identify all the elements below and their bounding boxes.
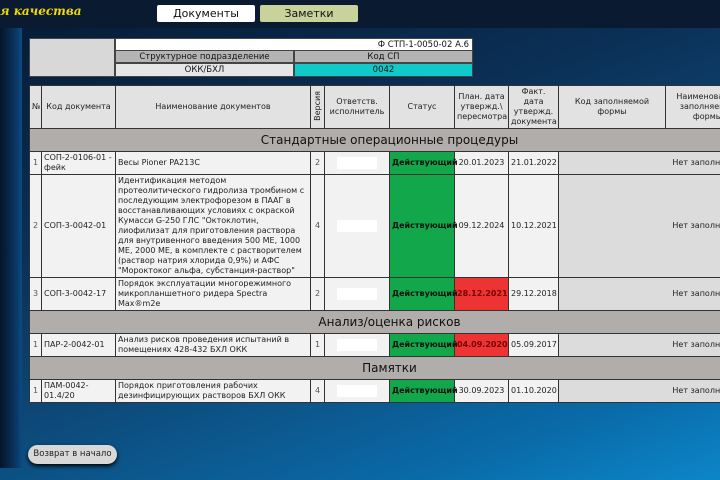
row-number: 1 [29,151,42,175]
document-code[interactable]: СОП-3-0042-01 [41,174,116,278]
section-title: Памятки [29,356,720,380]
left-decor [0,28,22,468]
section-title: Анализ/оценка рисков [29,310,720,334]
responsible [324,151,390,175]
form-info-cell: Нет заполняемых [558,277,720,311]
section-title: Стандартные операционные процедуры [29,128,720,152]
responsible [324,379,390,403]
unit-value: ОКК/БХЛ [115,63,294,77]
row-number: 1 [29,333,42,357]
plan-date: 20.01.2023 [454,151,509,175]
form-info-cell: Нет заполняемых [558,174,720,278]
app-title: я качества [0,4,82,18]
documents-table: № Код документа Наименование документов … [29,85,720,403]
tab-notes[interactable]: Заметки [260,5,358,22]
col-name: Наименование документов [115,85,311,129]
col-form-code: Код заполняемой формы [558,85,666,129]
status-badge: Действующий [389,277,458,311]
top-bar: я качества Документы Заметки [0,0,720,28]
section-row: Памятки [29,356,720,380]
fact-date: 10.12.2021 [508,174,559,278]
form-info-cell: Нет заполняемых [558,379,720,403]
version: 2 [310,151,325,175]
col-code: Код документа [41,85,116,129]
tab-documents[interactable]: Документы [157,5,255,22]
plan-date: 28.12.2021 [454,277,509,311]
status-badge: Действующий [389,379,458,403]
document-code[interactable]: ПАР-2-0042-01 [41,333,116,357]
col-form-name: Наименование заполняемой формы [665,85,720,129]
fact-date: 01.10.2020 [508,379,559,403]
responsible [324,277,390,311]
row-number: 1 [29,379,42,403]
section-row: Стандартные операционные процедуры [29,128,720,152]
status-badge: Действующий [389,333,458,357]
fact-date: 05.09.2017 [508,333,559,357]
document-name[interactable]: Весы Pioner PA213C [115,151,311,175]
col-responsible: Ответств. исполнитель [324,85,390,129]
form-info-blank [29,38,115,77]
table-row[interactable]: 1 СОП-2-0106-01 - фейк Весы Pioner PA213… [29,151,720,175]
sp-value: 0042 [294,63,473,77]
fact-date: 29.12.2018 [508,277,559,311]
version: 4 [310,379,325,403]
version: 4 [310,174,325,278]
row-number: 3 [29,277,42,311]
responsible-redacted [337,339,377,351]
version: 2 [310,277,325,311]
sp-label: Код СП [294,50,473,63]
col-fact-date: Факт. дата утвержд. документа [508,85,559,129]
responsible [324,174,390,278]
plan-date: 30.09.2023 [454,379,509,403]
responsible-redacted [337,288,377,300]
back-to-start-button[interactable]: Возврат в начало [28,445,117,464]
plan-date: 04.09.2020 [454,333,509,357]
fact-date: 21.01.2022 [508,151,559,175]
row-number: 2 [29,174,42,278]
document-name[interactable]: Порядок приготовления рабочих дезинфицир… [115,379,311,403]
responsible-redacted [337,157,377,169]
section-row: Анализ/оценка рисков [29,310,720,334]
responsible-redacted [337,385,377,397]
table-header: № Код документа Наименование документов … [29,85,720,129]
form-info-cell: Нет заполняемых [558,333,720,357]
col-status: Статус [389,85,455,129]
status-badge: Действующий [389,174,458,278]
responsible [324,333,390,357]
version: 1 [310,333,325,357]
col-num: № [29,85,42,129]
document-code[interactable]: СОП-3-0042-17 [41,277,116,311]
status-badge: Действующий [389,151,458,175]
document-name[interactable]: Идентификация методом протеолитического … [115,174,311,278]
document-code[interactable]: ПАМ-0042-01.4/20 [41,379,116,403]
table-row[interactable]: 1 ПАР-2-0042-01 Анализ рисков проведения… [29,333,720,357]
table-row[interactable]: 3 СОП-3-0042-17 Порядок эксплуатации мно… [29,277,720,311]
unit-label: Структурное подразделение [115,50,294,63]
responsible-redacted [337,220,377,232]
col-plan-date: План. дата утвержд.\ пересмотра [454,85,509,129]
document-name[interactable]: Порядок эксплуатации многорежимного микр… [115,277,311,311]
table-row[interactable]: 2 СОП-3-0042-01 Идентификация методом пр… [29,174,720,278]
document-code[interactable]: СОП-2-0106-01 - фейк [41,151,116,175]
table-row[interactable]: 1 ПАМ-0042-01.4/20 Порядок приготовления… [29,379,720,403]
form-info-cell: Нет заполняемых [558,151,720,175]
plan-date: 09.12.2024 [454,174,509,278]
col-version: Версия [312,90,322,121]
document-name[interactable]: Анализ рисков проведения испытаний в пом… [115,333,311,357]
